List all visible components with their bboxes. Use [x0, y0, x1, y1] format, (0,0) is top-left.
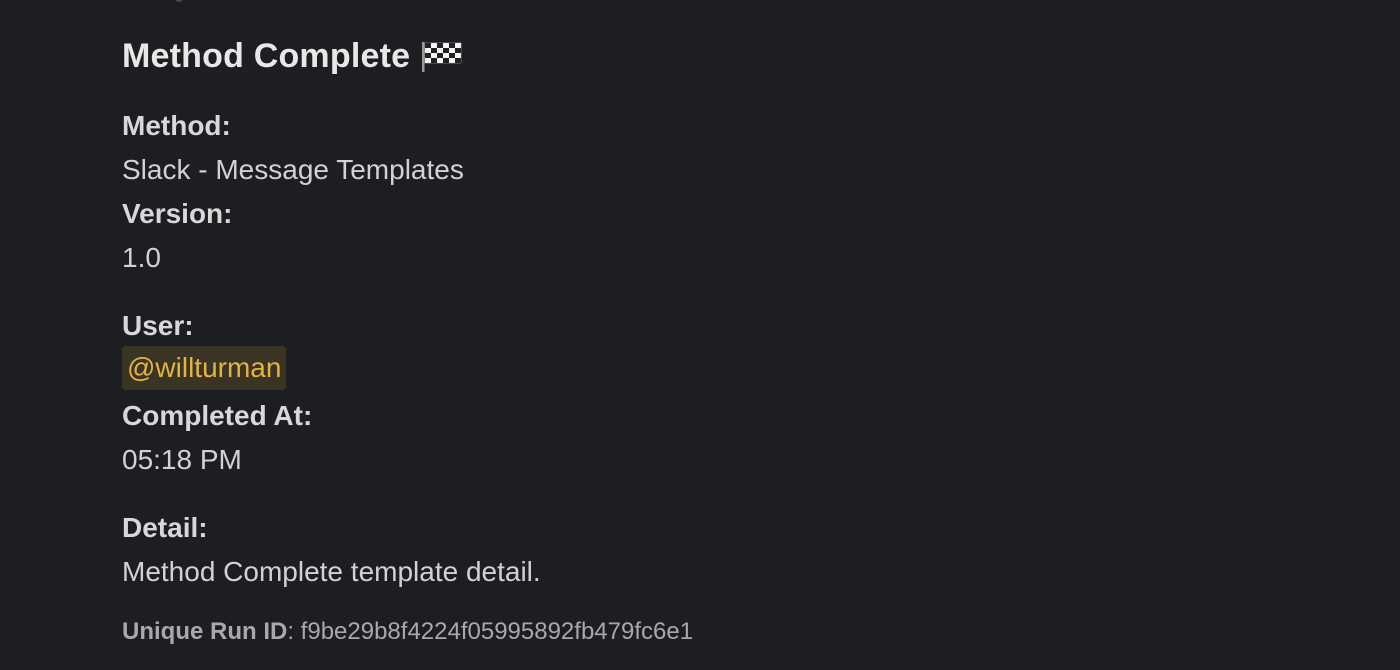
method-label: Method:	[122, 110, 231, 141]
checkered-flag-icon	[420, 39, 462, 73]
message-title: Method Complete	[122, 36, 411, 75]
run-id-value: f9be29b8f4224f05995892fb479fc6e1	[300, 618, 694, 645]
run-id-separator: :	[287, 618, 301, 645]
completed-at-label: Completed At:	[122, 400, 313, 431]
version-value: 1.0	[122, 242, 161, 273]
user-mention-link[interactable]: @willturman	[122, 346, 287, 390]
user-label: User:	[122, 310, 194, 341]
method-value: Slack - Message Templates	[122, 154, 464, 185]
version-label: Version:	[122, 198, 233, 229]
run-id-footer: Unique Run ID: f9be29b8f4224f05995892fb4…	[122, 616, 693, 648]
run-id-label: Unique Run ID	[122, 618, 288, 645]
detail-label: Detail:	[122, 512, 208, 543]
detail-value: Method Complete template detail.	[122, 556, 541, 587]
message-title-row: Method Complete	[122, 34, 462, 78]
message-body: Method Complete Method: Slack - Message …	[122, 0, 1322, 670]
completed-at-value: 05:18 PM	[122, 444, 242, 475]
